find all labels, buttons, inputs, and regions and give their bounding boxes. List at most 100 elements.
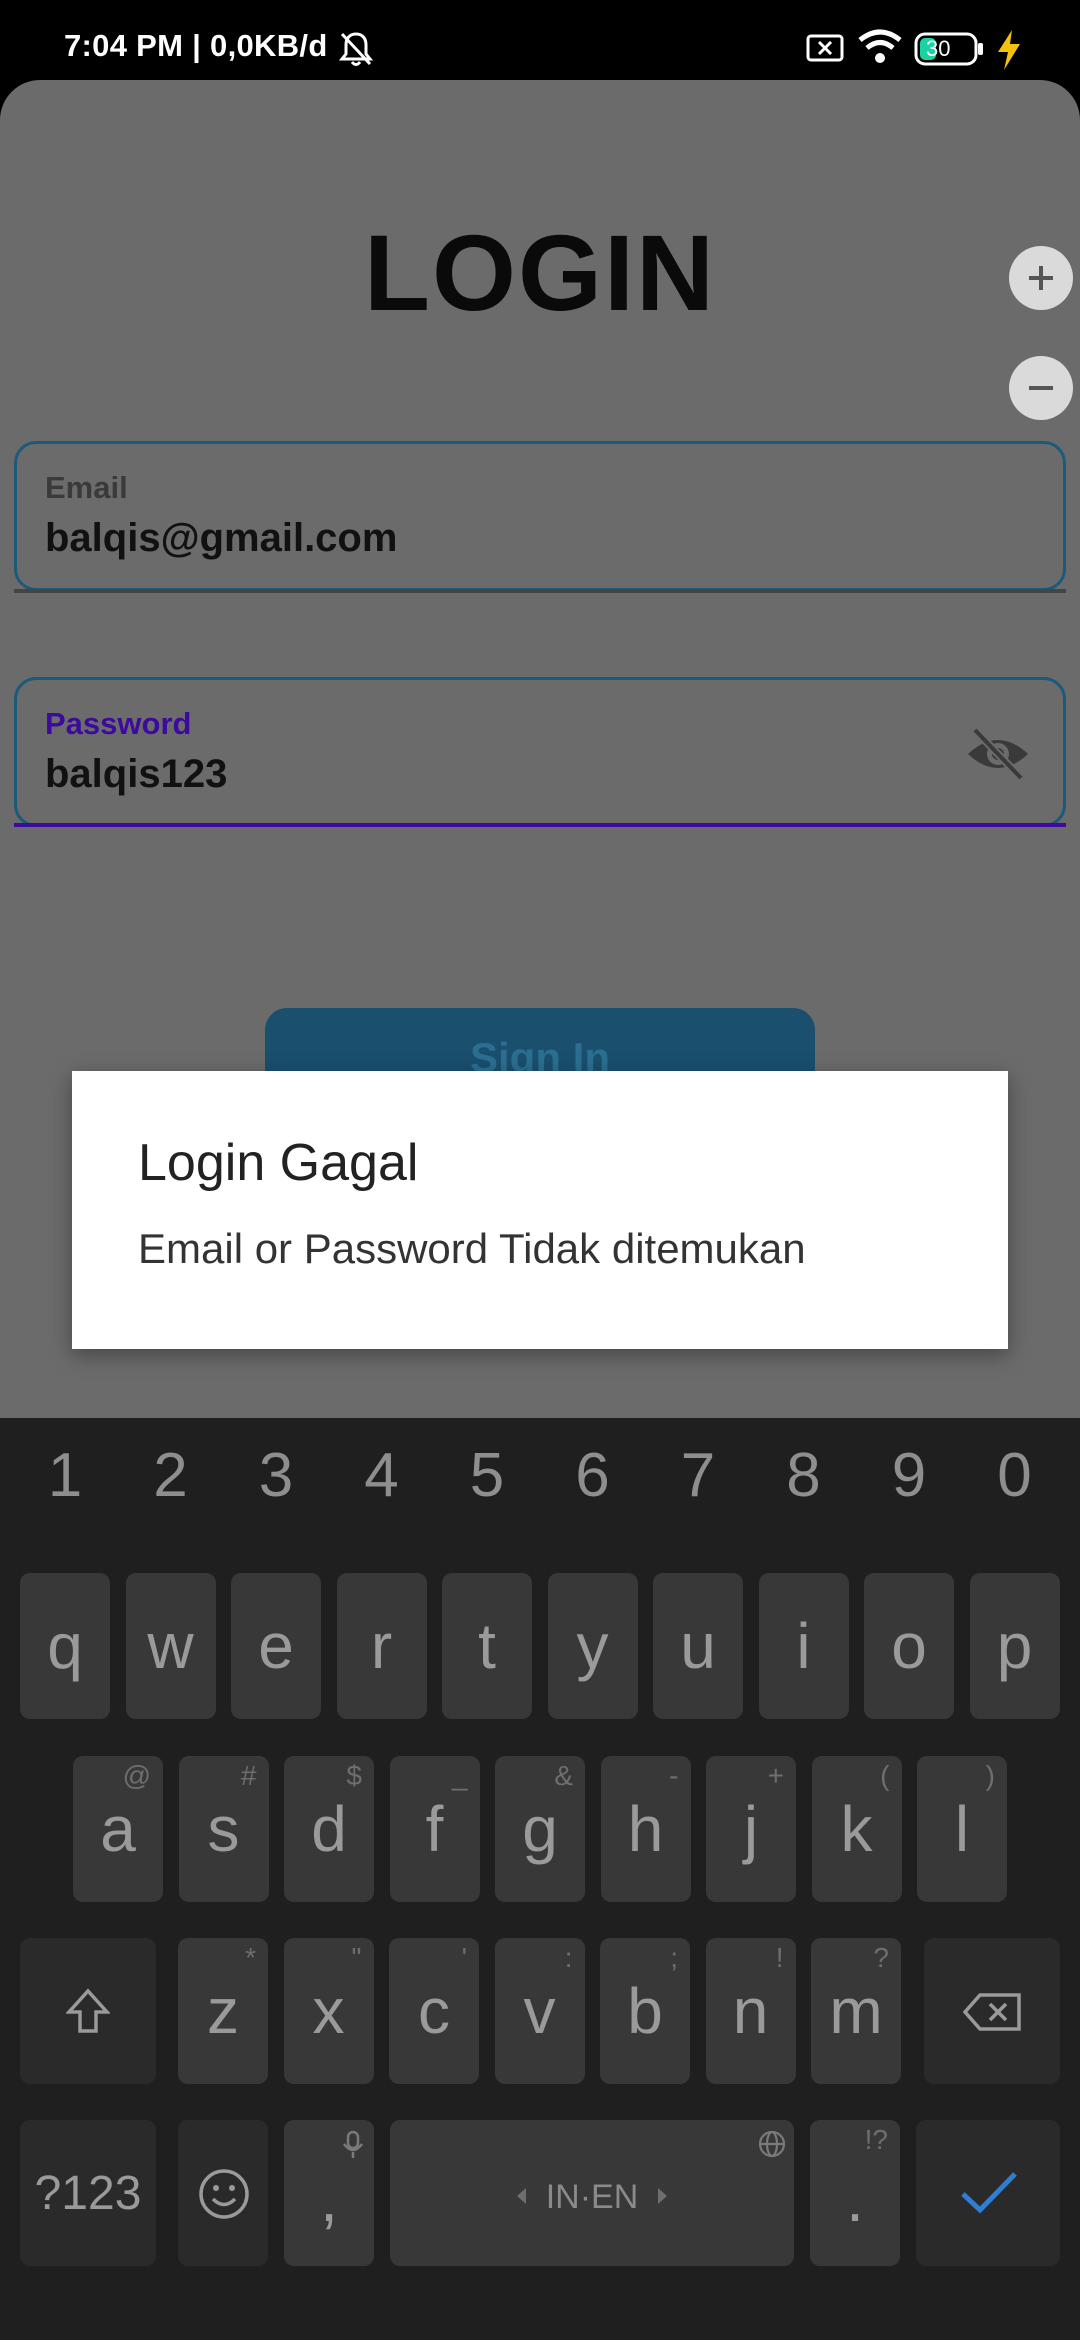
key-m[interactable]: ? m: [811, 1938, 901, 2084]
number-key-4[interactable]: 4: [337, 1440, 427, 1511]
key-q[interactable]: q: [20, 1573, 110, 1719]
key-p[interactable]: p: [969, 1573, 1060, 1719]
key-c[interactable]: ' c: [389, 1938, 479, 2084]
key-label: y: [576, 1610, 609, 1682]
key-hint: #: [240, 1760, 257, 1791]
key-label: j: [743, 1793, 759, 1865]
period-key-label: .: [846, 2163, 864, 2235]
password-label: Password: [45, 706, 192, 741]
dialog-title: Login Gagal: [138, 1134, 419, 1192]
emoji-key[interactable]: [178, 2120, 268, 2266]
key-o[interactable]: o: [864, 1573, 954, 1719]
key-w[interactable]: w: [125, 1573, 216, 1719]
number-key-2[interactable]: 2: [126, 1440, 216, 1511]
key-label: d: [311, 1793, 347, 1865]
number-key-0[interactable]: 0: [970, 1440, 1060, 1511]
key-hint: !: [775, 1942, 784, 1973]
number-key-5[interactable]: 5: [442, 1440, 532, 1511]
charging-bolt-icon: [998, 30, 1020, 70]
key-b[interactable]: ; b: [600, 1938, 690, 2084]
wifi-icon: [858, 29, 902, 63]
key-hint: *: [245, 1942, 256, 1973]
number-key-8[interactable]: 8: [759, 1440, 849, 1511]
key-label: v: [523, 1975, 556, 2047]
key-u[interactable]: u: [653, 1573, 743, 1719]
globe-icon: [758, 2130, 786, 2158]
key-i[interactable]: i: [758, 1573, 849, 1719]
key-hint: ": [351, 1942, 362, 1973]
key-a[interactable]: @ a: [73, 1756, 163, 1902]
key-hint: _: [451, 1760, 468, 1791]
comma-key[interactable]: ,: [284, 2120, 374, 2266]
period-key[interactable]: !? .: [810, 2120, 900, 2266]
key-d[interactable]: $ d: [284, 1756, 374, 1902]
key-label: s: [207, 1793, 240, 1865]
key-hint: +: [767, 1760, 784, 1791]
key-v[interactable]: :v: [494, 1938, 585, 2084]
soft-keyboard: 1234567890 qwertyuiop @ a # s $ d _ f & g - h + j(k) l…: [0, 1418, 1080, 2340]
key-g[interactable]: & g: [495, 1756, 585, 1902]
email-label: Email: [45, 470, 128, 505]
key-r[interactable]: r: [336, 1573, 427, 1719]
symbols-key[interactable]: ?123: [20, 2120, 156, 2266]
key-t[interactable]: t: [442, 1573, 532, 1719]
shift-key[interactable]: [20, 1938, 156, 2084]
zoom-in-button[interactable]: [1009, 246, 1073, 310]
email-field[interactable]: Email balqis@gmail.com: [14, 441, 1066, 591]
notifications-off-icon: [338, 32, 374, 66]
key-h[interactable]: -h: [600, 1756, 691, 1902]
key-label: r: [370, 1610, 393, 1682]
email-input[interactable]: balqis@gmail.com: [45, 516, 397, 561]
password-input[interactable]: balqis123: [45, 752, 227, 797]
status-time: 7:04 PM | 0,0KB/d: [64, 28, 328, 63]
email-underline: [14, 589, 1066, 593]
zoom-out-button[interactable]: [1009, 356, 1073, 420]
symbols-key-label: ?123: [34, 2167, 142, 2220]
key-hint: :: [564, 1942, 573, 1973]
password-field[interactable]: Password balqis123: [14, 677, 1066, 827]
key-label: a: [100, 1793, 136, 1865]
number-key-9[interactable]: 9: [864, 1440, 954, 1511]
key-y[interactable]: y: [547, 1573, 638, 1719]
key-hint: ;: [670, 1942, 678, 1973]
key-hint: ': [461, 1942, 467, 1973]
backspace-key[interactable]: [924, 1938, 1060, 2084]
key-f[interactable]: _ f: [389, 1756, 480, 1902]
key-x[interactable]: " x: [283, 1938, 374, 2084]
emoji-icon: [199, 2169, 249, 2219]
key-j[interactable]: + j: [706, 1756, 796, 1902]
key-z[interactable]: * z: [178, 1938, 268, 2084]
key-label: m: [829, 1975, 883, 2047]
enter-key[interactable]: [916, 2120, 1060, 2266]
key-k[interactable]: (k: [811, 1756, 902, 1902]
number-key-6[interactable]: 6: [548, 1440, 638, 1511]
backspace-icon: [962, 1993, 1021, 2031]
key-hint: &: [554, 1760, 573, 1791]
key-label: n: [732, 1975, 769, 2047]
key-e[interactable]: e: [231, 1573, 321, 1719]
period-key-hint: !?: [864, 2124, 888, 2155]
space-key[interactable]: IN·EN: [390, 2120, 794, 2266]
key-l[interactable]: ) l: [917, 1756, 1007, 1902]
key-label: q: [47, 1610, 83, 1682]
key-hint: ): [985, 1760, 995, 1791]
status-bar: 7:04 PM | 0,0KB/d 30: [0, 0, 1080, 80]
no-sim-icon: [806, 34, 844, 62]
key-s[interactable]: # s: [178, 1756, 269, 1902]
key-n[interactable]: ! n: [705, 1938, 796, 2084]
comma-key-label: ,: [320, 2163, 338, 2235]
shift-icon: [66, 1988, 110, 2033]
number-row: 1234567890: [0, 1440, 1080, 1530]
number-key-1[interactable]: 1: [20, 1440, 110, 1511]
visibility-off-icon[interactable]: [965, 724, 1031, 784]
microphone-icon: [343, 2130, 363, 2158]
key-label: f: [425, 1793, 444, 1865]
key-hint: $: [346, 1760, 362, 1791]
number-key-7[interactable]: 7: [653, 1440, 743, 1511]
key-hint: -: [669, 1760, 679, 1791]
number-key-3[interactable]: 3: [231, 1440, 321, 1511]
key-label: z: [207, 1975, 239, 2047]
minus-icon: [1029, 386, 1053, 390]
key-label: x: [312, 1975, 345, 2047]
language-right-arrow-icon: [658, 2188, 667, 2204]
